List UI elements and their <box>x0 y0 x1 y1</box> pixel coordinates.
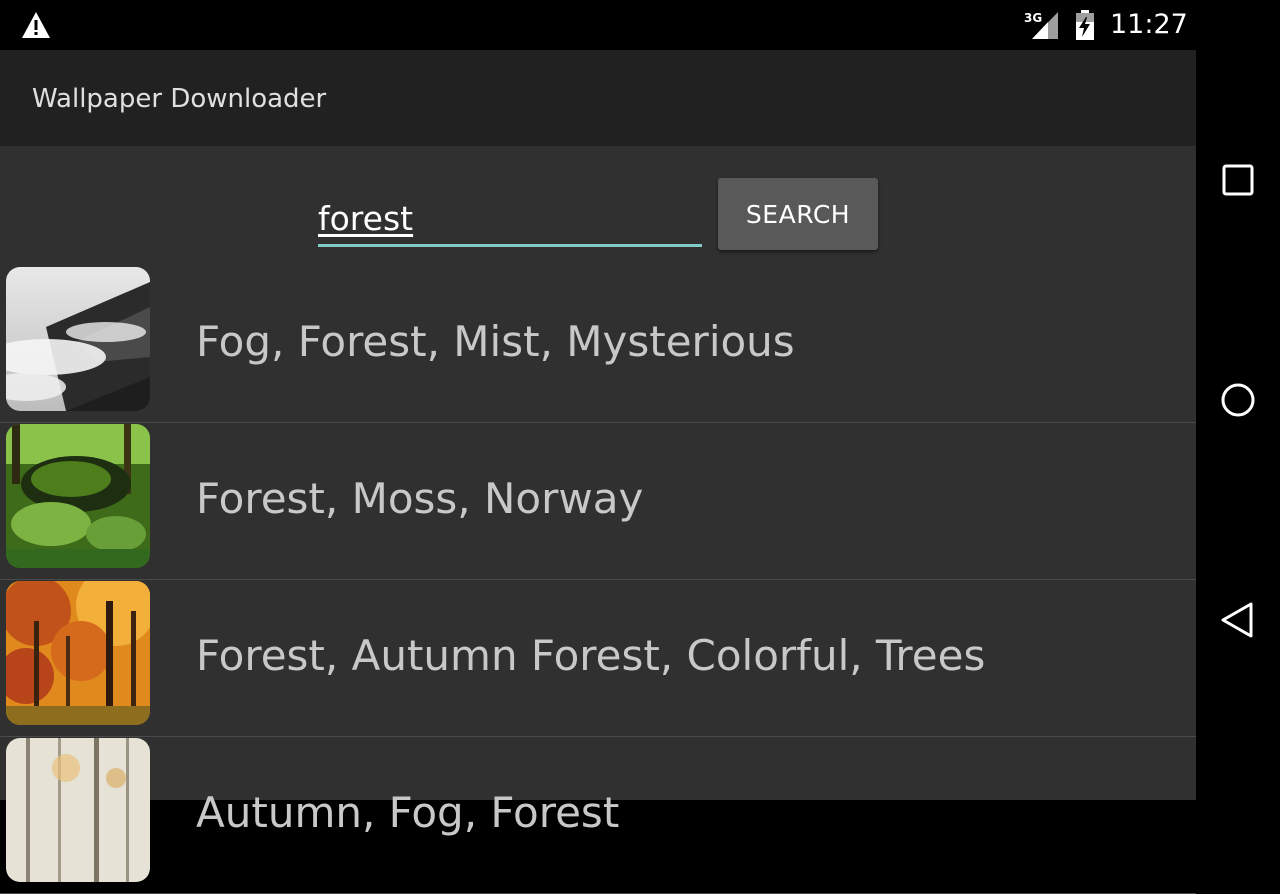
network-type-label: 3G <box>1024 11 1042 25</box>
autumn-forest-thumbnail <box>6 581 150 725</box>
mossy-forest-thumbnail <box>6 424 150 568</box>
home-icon[interactable] <box>1218 380 1258 420</box>
main-content: SEARCH <box>0 146 1196 894</box>
recents-icon[interactable] <box>1218 160 1258 200</box>
warning-icon <box>22 12 50 38</box>
battery-charging-icon <box>1076 10 1094 40</box>
list-item[interactable]: Forest, Autumn Forest, Colorful, Trees <box>0 580 1196 737</box>
signal-icon: 3G <box>1024 11 1058 39</box>
list-item-title: Forest, Moss, Norway <box>196 474 644 523</box>
foggy-forest-thumbnail <box>6 267 150 411</box>
list-item-title: Autumn, Fog, Forest <box>196 788 620 837</box>
search-button[interactable]: SEARCH <box>718 178 878 250</box>
list-item-title: Forest, Autumn Forest, Colorful, Trees <box>196 631 986 680</box>
status-bar: 3G 11:27 <box>0 0 1196 50</box>
clock: 11:27 <box>1110 9 1188 40</box>
back-icon[interactable] <box>1218 600 1258 640</box>
search-input[interactable] <box>318 192 702 247</box>
app-title: Wallpaper Downloader <box>32 84 327 114</box>
list-item[interactable]: Fog, Forest, Mist, Mysterious <box>0 266 1196 423</box>
list-item[interactable]: Forest, Moss, Norway <box>0 423 1196 580</box>
misty-autumn-forest-thumbnail <box>6 738 150 882</box>
app-bar: Wallpaper Downloader <box>0 50 1196 146</box>
list-item-title: Fog, Forest, Mist, Mysterious <box>196 317 795 366</box>
list-item[interactable]: Autumn, Fog, Forest <box>0 737 1196 894</box>
